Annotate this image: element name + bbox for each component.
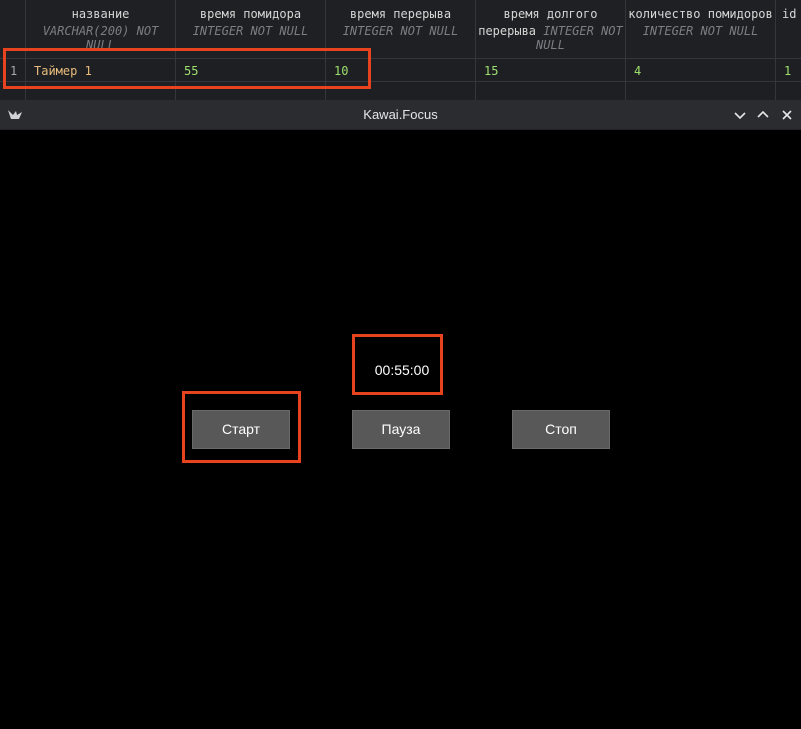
pause-button[interactable]: Пауза <box>352 410 450 449</box>
column-header-pomodoro-time[interactable]: время помидора INTEGER NOT NULL <box>176 0 325 59</box>
column-header-pomodoro-count[interactable]: количество помидоров INTEGER NOT NULL <box>626 0 775 59</box>
cell-pomodoro-time[interactable]: 55 <box>176 60 325 82</box>
database-table: 1 название VARCHAR(200) NOT NULL Таймер … <box>0 0 801 100</box>
cell-long-break-time[interactable]: 15 <box>476 60 625 82</box>
column-header-long-break-time[interactable]: время долгого перерыва INTEGER NOT NULL <box>476 0 625 59</box>
cell-id[interactable]: 1 <box>776 60 801 82</box>
column-id: id 1 <box>776 0 801 100</box>
column-header-id[interactable]: id <box>776 0 801 59</box>
column-long-break-time: время долгого перерыва INTEGER NOT NULL … <box>476 0 626 100</box>
row-number-column: 1 <box>0 0 26 100</box>
close-icon[interactable] <box>779 107 795 123</box>
column-pomodoro-count: количество помидоров INTEGER NOT NULL 4 <box>626 0 776 100</box>
window-title: Kawai.Focus <box>363 107 438 122</box>
start-button[interactable]: Старт <box>192 410 290 449</box>
cell-pomodoro-count[interactable]: 4 <box>626 60 775 82</box>
chevron-up-icon[interactable] <box>755 107 771 123</box>
column-name: название VARCHAR(200) NOT NULL Таймер 1 <box>26 0 176 100</box>
cell-break-time[interactable]: 10 <box>326 60 475 82</box>
row-number-cell[interactable]: 1 <box>0 60 25 82</box>
column-break-time: время перерыва INTEGER NOT NULL 10 <box>326 0 476 100</box>
chevron-down-icon[interactable] <box>732 107 748 123</box>
row-number-header <box>0 0 25 59</box>
column-header-name[interactable]: название VARCHAR(200) NOT NULL <box>26 0 175 59</box>
column-pomodoro-time: время помидора INTEGER NOT NULL 55 <box>176 0 326 100</box>
timer-display: 00:55:00 <box>374 362 430 378</box>
column-header-break-time[interactable]: время перерыва INTEGER NOT NULL <box>326 0 475 59</box>
cell-name[interactable]: Таймер 1 <box>26 60 175 82</box>
stop-button[interactable]: Стоп <box>512 410 610 449</box>
window-titlebar[interactable]: Kawai.Focus <box>0 100 801 130</box>
